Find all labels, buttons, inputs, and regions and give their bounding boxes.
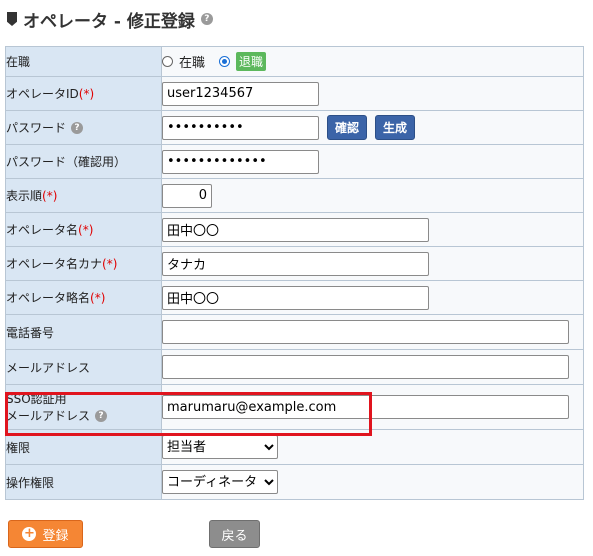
operator-id-label: オペレータID(*)	[5, 76, 162, 111]
required-mark: (*)	[78, 87, 95, 101]
row-email: メールアドレス	[5, 349, 584, 385]
confirm-button[interactable]: 確認	[327, 115, 368, 140]
operation-role-select[interactable]: コーディネータ	[162, 470, 278, 494]
password-confirm-label: パスワード（確認用）	[5, 144, 162, 179]
display-order-label-text: 表示順	[6, 189, 43, 203]
row-operation-role: 操作権限 コーディネータ	[5, 464, 584, 500]
help-icon[interactable]: ?	[71, 121, 84, 134]
operator-id-cell	[161, 76, 584, 111]
operator-id-label-text: オペレータID	[6, 87, 79, 101]
operation-role-label-text: 操作権限	[6, 475, 55, 490]
operator-short-input[interactable]	[162, 285, 429, 310]
operator-name-label-text: オペレータ名	[6, 223, 79, 237]
status-active-label: 在職	[179, 56, 206, 71]
display-order-label: 表示順(*)	[5, 178, 162, 213]
status-active-radio[interactable]	[162, 56, 173, 67]
operation-role-label: 操作権限	[5, 464, 162, 500]
email-label: メールアドレス	[5, 349, 162, 385]
operator-kana-cell	[161, 246, 584, 281]
generate-button[interactable]: 生成	[375, 115, 416, 140]
display-order-cell	[161, 178, 584, 213]
email-cell	[161, 349, 584, 385]
status-retired-label: 退職	[236, 52, 267, 71]
row-operator-name: オペレータ名(*)	[5, 212, 584, 247]
email-label-text: メールアドレス	[6, 360, 91, 375]
page-title: オペレータ - 修正登録 ?	[7, 6, 213, 32]
email-input[interactable]	[162, 355, 569, 379]
highlight-box	[5, 392, 372, 436]
password-confirm-input[interactable]	[162, 149, 319, 174]
password-confirm-label-text: パスワード（確認用）	[6, 155, 127, 169]
row-phone: 電話番号	[5, 314, 584, 350]
row-operator-kana: オペレータ名カナ(*)	[5, 246, 584, 281]
phone-input[interactable]	[162, 320, 569, 344]
page-title-text: オペレータ - 修正登録	[23, 11, 195, 32]
required-mark: (*)	[102, 257, 118, 271]
row-status: 在職 在職 退職	[5, 46, 584, 77]
status-label: 在職	[5, 46, 162, 77]
password-label: パスワード ?	[5, 110, 162, 145]
register-button-label: 登録	[42, 528, 69, 544]
required-mark: (*)	[90, 291, 106, 305]
status-retired-radio[interactable]	[219, 56, 231, 67]
required-mark: (*)	[78, 223, 94, 237]
back-button-label: 戻る	[221, 528, 248, 544]
password-confirm-cell	[161, 144, 584, 179]
row-operator-short: オペレータ略名(*)	[5, 280, 584, 315]
row-display-order: 表示順(*)	[5, 178, 584, 213]
operator-short-label-text: オペレータ略名	[6, 291, 91, 305]
shield-icon	[7, 12, 17, 26]
operator-short-cell	[161, 280, 584, 315]
row-password-confirm: パスワード（確認用）	[5, 144, 584, 179]
operator-short-label: オペレータ略名(*)	[5, 280, 162, 315]
operator-kana-label: オペレータ名カナ(*)	[5, 246, 162, 281]
role-select[interactable]: 担当者	[162, 435, 278, 459]
status-label-text: 在職	[6, 55, 31, 69]
operator-name-input[interactable]	[162, 217, 429, 242]
role-label-text: 権限	[6, 440, 31, 455]
password-label-text: パスワード	[6, 121, 67, 135]
operator-name-label: オペレータ名(*)	[5, 212, 162, 247]
help-icon[interactable]: ?	[200, 13, 213, 25]
operation-role-cell: コーディネータ	[161, 464, 584, 500]
operator-kana-label-text: オペレータ名カナ	[6, 257, 103, 271]
required-mark: (*)	[42, 189, 58, 203]
operator-kana-input[interactable]	[162, 251, 429, 276]
phone-label-text: 電話番号	[6, 325, 55, 340]
display-order-input[interactable]	[162, 183, 212, 208]
row-password: パスワード ? 確認 生成	[5, 110, 584, 145]
password-input[interactable]	[162, 115, 319, 140]
password-cell: 確認 生成	[161, 110, 584, 145]
operator-name-cell	[161, 212, 584, 247]
phone-cell	[161, 314, 584, 350]
register-button[interactable]: + 登録	[8, 520, 83, 548]
phone-label: 電話番号	[5, 314, 162, 350]
status-cell: 在職 退職	[161, 46, 584, 77]
plus-icon: +	[22, 526, 37, 541]
row-operator-id: オペレータID(*)	[5, 76, 584, 111]
back-button[interactable]: 戻る	[209, 520, 260, 548]
operator-id-input[interactable]	[162, 81, 319, 106]
